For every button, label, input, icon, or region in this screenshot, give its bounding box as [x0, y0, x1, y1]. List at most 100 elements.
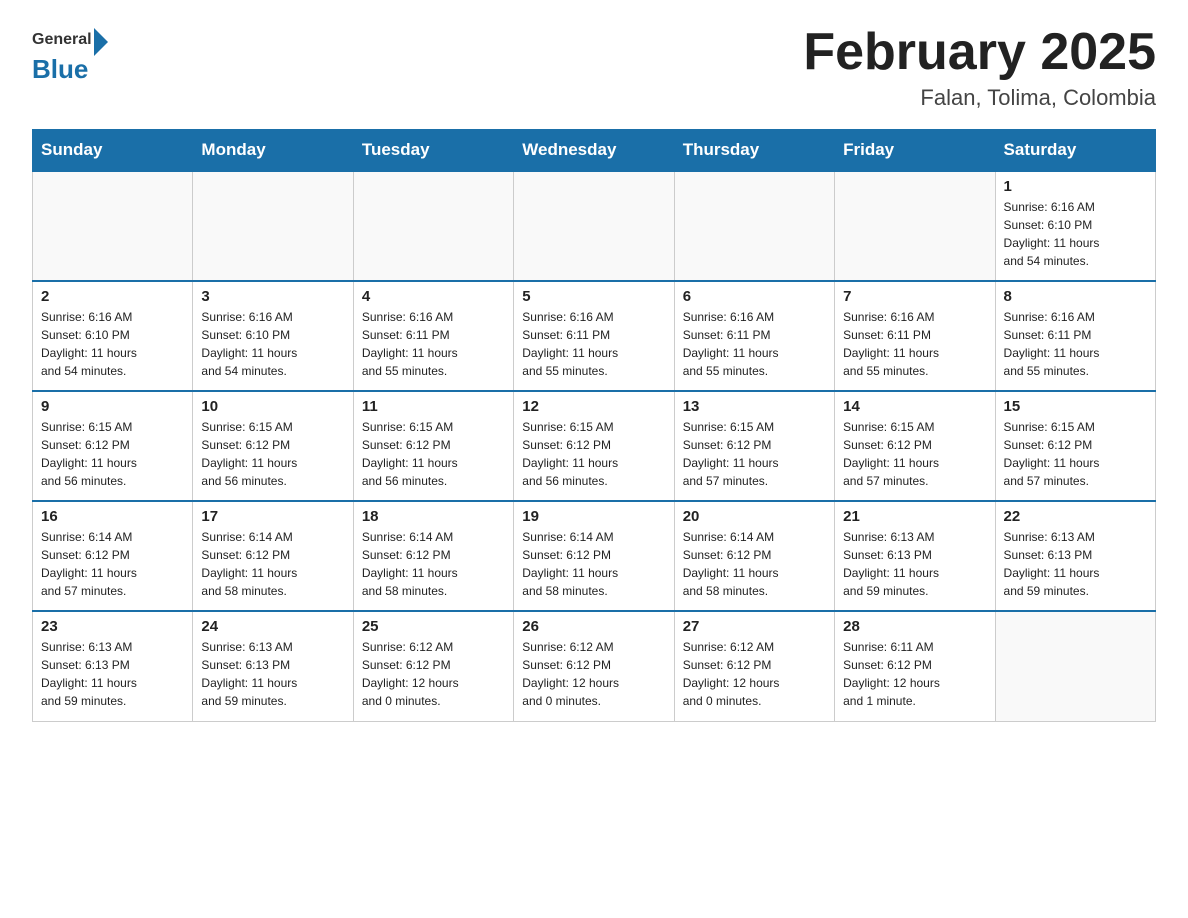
day-number: 6 — [683, 288, 826, 305]
calendar-day: 5 Sunrise: 6:16 AMSunset: 6:11 PMDaylight… — [514, 281, 674, 391]
header-tuesday: Tuesday — [353, 130, 513, 172]
calendar-day: 1 Sunrise: 6:16 AMSunset: 6:10 PMDaylight… — [995, 171, 1155, 281]
day-number: 16 — [41, 508, 184, 525]
day-number: 27 — [683, 618, 826, 635]
month-title: February 2025 — [803, 24, 1156, 81]
calendar-day: 9 Sunrise: 6:15 AMSunset: 6:12 PMDaylight… — [33, 391, 193, 501]
day-number: 21 — [843, 508, 986, 525]
day-number: 3 — [201, 288, 344, 305]
day-info: Sunrise: 6:13 AMSunset: 6:13 PMDaylight:… — [1004, 528, 1147, 600]
day-number: 1 — [1004, 178, 1147, 195]
day-number: 25 — [362, 618, 505, 635]
day-info: Sunrise: 6:16 AMSunset: 6:11 PMDaylight:… — [522, 308, 665, 380]
day-info: Sunrise: 6:15 AMSunset: 6:12 PMDaylight:… — [1004, 418, 1147, 490]
calendar-day: 18 Sunrise: 6:14 AMSunset: 6:12 PMDayligh… — [353, 501, 513, 611]
calendar-day: 6 Sunrise: 6:16 AMSunset: 6:11 PMDaylight… — [674, 281, 834, 391]
day-info: Sunrise: 6:12 AMSunset: 6:12 PMDaylight:… — [522, 638, 665, 710]
day-number: 23 — [41, 618, 184, 635]
day-number: 17 — [201, 508, 344, 525]
day-info: Sunrise: 6:15 AMSunset: 6:12 PMDaylight:… — [683, 418, 826, 490]
day-info: Sunrise: 6:15 AMSunset: 6:12 PMDaylight:… — [522, 418, 665, 490]
day-info: Sunrise: 6:14 AMSunset: 6:12 PMDaylight:… — [522, 528, 665, 600]
day-number: 18 — [362, 508, 505, 525]
day-info: Sunrise: 6:16 AMSunset: 6:11 PMDaylight:… — [362, 308, 505, 380]
calendar-table: Sunday Monday Tuesday Wednesday Thursday… — [32, 129, 1156, 722]
day-number: 14 — [843, 398, 986, 415]
calendar-day — [995, 611, 1155, 721]
calendar-day: 26 Sunrise: 6:12 AMSunset: 6:12 PMDayligh… — [514, 611, 674, 721]
calendar-day: 10 Sunrise: 6:15 AMSunset: 6:12 PMDayligh… — [193, 391, 353, 501]
day-info: Sunrise: 6:15 AMSunset: 6:12 PMDaylight:… — [41, 418, 184, 490]
day-number: 20 — [683, 508, 826, 525]
calendar-day: 13 Sunrise: 6:15 AMSunset: 6:12 PMDayligh… — [674, 391, 834, 501]
day-number: 11 — [362, 398, 505, 415]
logo-general-text: General — [32, 31, 92, 49]
day-number: 7 — [843, 288, 986, 305]
calendar-week-row: 9 Sunrise: 6:15 AMSunset: 6:12 PMDaylight… — [33, 391, 1156, 501]
header-wednesday: Wednesday — [514, 130, 674, 172]
calendar-day: 28 Sunrise: 6:11 AMSunset: 6:12 PMDayligh… — [835, 611, 995, 721]
day-number: 5 — [522, 288, 665, 305]
calendar-day: 2Sunrise: 6:16 AMSunset: 6:10 PMDaylight… — [33, 281, 193, 391]
day-info: Sunrise: 6:14 AMSunset: 6:12 PMDaylight:… — [201, 528, 344, 600]
day-info: Sunrise: 6:13 AMSunset: 6:13 PMDaylight:… — [201, 638, 344, 710]
calendar-day: 7 Sunrise: 6:16 AMSunset: 6:11 PMDaylight… — [835, 281, 995, 391]
calendar-day: 12Sunrise: 6:15 AMSunset: 6:12 PMDayligh… — [514, 391, 674, 501]
calendar-day: 21Sunrise: 6:13 AMSunset: 6:13 PMDayligh… — [835, 501, 995, 611]
calendar-day — [674, 171, 834, 281]
day-number: 2 — [41, 288, 184, 305]
calendar-week-row: 16 Sunrise: 6:14 AMSunset: 6:12 PMDayligh… — [33, 501, 1156, 611]
title-area: February 2025 Falan, Tolima, Colombia — [803, 24, 1156, 111]
calendar-day: 24 Sunrise: 6:13 AMSunset: 6:13 PMDayligh… — [193, 611, 353, 721]
day-info: Sunrise: 6:14 AMSunset: 6:12 PMDaylight:… — [362, 528, 505, 600]
calendar-day: 22 Sunrise: 6:13 AMSunset: 6:13 PMDayligh… — [995, 501, 1155, 611]
day-info: Sunrise: 6:16 AMSunset: 6:11 PMDaylight:… — [1004, 308, 1147, 380]
day-number: 15 — [1004, 398, 1147, 415]
calendar-day — [193, 171, 353, 281]
day-info: Sunrise: 6:15 AMSunset: 6:12 PMDaylight:… — [201, 418, 344, 490]
day-info: Sunrise: 6:11 AMSunset: 6:12 PMDaylight:… — [843, 638, 986, 710]
logo: General Blue — [32, 24, 108, 82]
header-monday: Monday — [193, 130, 353, 172]
day-number: 28 — [843, 618, 986, 635]
header-friday: Friday — [835, 130, 995, 172]
day-info: Sunrise: 6:16 AMSunset: 6:11 PMDaylight:… — [683, 308, 826, 380]
day-number: 13 — [683, 398, 826, 415]
day-number: 4 — [362, 288, 505, 305]
day-info: Sunrise: 6:14 AMSunset: 6:12 PMDaylight:… — [683, 528, 826, 600]
header-thursday: Thursday — [674, 130, 834, 172]
calendar-day — [33, 171, 193, 281]
day-info: Sunrise: 6:13 AMSunset: 6:13 PMDaylight:… — [41, 638, 184, 710]
day-info: Sunrise: 6:14 AMSunset: 6:12 PMDaylight:… — [41, 528, 184, 600]
day-info: Sunrise: 6:16 AMSunset: 6:10 PMDaylight:… — [1004, 198, 1147, 270]
header-saturday: Saturday — [995, 130, 1155, 172]
calendar-day — [353, 171, 513, 281]
header-sunday: Sunday — [33, 130, 193, 172]
day-number: 26 — [522, 618, 665, 635]
calendar-day: 8 Sunrise: 6:16 AMSunset: 6:11 PMDaylight… — [995, 281, 1155, 391]
day-number: 8 — [1004, 288, 1147, 305]
calendar-week-row: 2Sunrise: 6:16 AMSunset: 6:10 PMDaylight… — [33, 281, 1156, 391]
calendar-day — [514, 171, 674, 281]
day-number: 10 — [201, 398, 344, 415]
calendar-day: 27 Sunrise: 6:12 AMSunset: 6:12 PMDayligh… — [674, 611, 834, 721]
day-number: 22 — [1004, 508, 1147, 525]
day-info: Sunrise: 6:16 AMSunset: 6:11 PMDaylight:… — [843, 308, 986, 380]
header: General Blue February 2025 Falan, Tolima… — [32, 24, 1156, 111]
calendar-day: 23 Sunrise: 6:13 AMSunset: 6:13 PMDayligh… — [33, 611, 193, 721]
calendar-day: 19Sunrise: 6:14 AMSunset: 6:12 PMDayligh… — [514, 501, 674, 611]
day-info: Sunrise: 6:12 AMSunset: 6:12 PMDaylight:… — [362, 638, 505, 710]
calendar-day — [835, 171, 995, 281]
day-number: 24 — [201, 618, 344, 635]
calendar-day: 4 Sunrise: 6:16 AMSunset: 6:11 PMDaylight… — [353, 281, 513, 391]
calendar-week-row: 1 Sunrise: 6:16 AMSunset: 6:10 PMDaylight… — [33, 171, 1156, 281]
location-title: Falan, Tolima, Colombia — [803, 85, 1156, 111]
day-number: 9 — [41, 398, 184, 415]
day-info: Sunrise: 6:12 AMSunset: 6:12 PMDaylight:… — [683, 638, 826, 710]
calendar-day: 14Sunrise: 6:15 AMSunset: 6:12 PMDayligh… — [835, 391, 995, 501]
calendar-day: 20 Sunrise: 6:14 AMSunset: 6:12 PMDayligh… — [674, 501, 834, 611]
calendar-day: 3Sunrise: 6:16 AMSunset: 6:10 PMDaylight… — [193, 281, 353, 391]
calendar-day: 25 Sunrise: 6:12 AMSunset: 6:12 PMDayligh… — [353, 611, 513, 721]
calendar-day: 11Sunrise: 6:15 AMSunset: 6:12 PMDayligh… — [353, 391, 513, 501]
calendar-day: 17 Sunrise: 6:14 AMSunset: 6:12 PMDayligh… — [193, 501, 353, 611]
